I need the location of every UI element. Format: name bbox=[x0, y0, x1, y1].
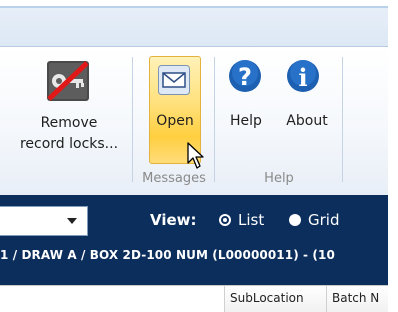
list-radio-label[interactable]: List bbox=[238, 211, 264, 229]
window-right-edge bbox=[388, 0, 398, 311]
svg-text:i: i bbox=[298, 63, 307, 92]
list-radio[interactable] bbox=[219, 214, 231, 226]
ribbon-tab-bar bbox=[0, 8, 388, 46]
dropdown-arrow-icon bbox=[67, 218, 77, 224]
column-header-batch[interactable]: Batch N bbox=[326, 286, 388, 312]
messages-group-label: Messages bbox=[142, 171, 206, 186]
grid-radio-label[interactable]: Grid bbox=[308, 211, 339, 229]
lock-strike-icon bbox=[47, 61, 89, 101]
group-separator bbox=[132, 57, 133, 182]
open-label: Open bbox=[156, 113, 194, 129]
help-label: Help bbox=[230, 113, 262, 129]
table-header-row: SubLocation Batch N bbox=[0, 285, 388, 312]
remove-record-locks-button[interactable]: Remove record locks... bbox=[10, 56, 128, 162]
grid-radio[interactable] bbox=[289, 214, 301, 226]
help-button[interactable]: ? Help bbox=[224, 56, 268, 162]
about-button[interactable]: i About bbox=[280, 56, 334, 162]
window-top-strip bbox=[0, 0, 388, 8]
help-icon: ? bbox=[229, 60, 261, 92]
group-separator bbox=[342, 57, 343, 182]
group-separator bbox=[214, 57, 215, 182]
view-label: View: bbox=[150, 211, 197, 229]
help-group-label: Help bbox=[264, 171, 294, 186]
info-icon: i bbox=[287, 60, 319, 92]
view-toolbar: View: List Grid 1 / DRAW A / BOX 2D-100 … bbox=[0, 195, 388, 285]
ribbon-panel: Remove record locks... Open Messages ? H… bbox=[0, 46, 388, 196]
location-path: 1 / DRAW A / BOX 2D-100 NUM (L00000011) … bbox=[0, 248, 335, 262]
remove-locks-label-line2: record locks... bbox=[19, 136, 119, 152]
filter-dropdown[interactable] bbox=[0, 206, 88, 236]
cursor-icon bbox=[187, 142, 204, 169]
about-label: About bbox=[286, 113, 328, 129]
column-header-sublocation[interactable]: SubLocation bbox=[224, 286, 326, 312]
remove-locks-label-line1: Remove bbox=[40, 115, 98, 131]
envelope-icon bbox=[158, 65, 190, 95]
svg-text:?: ? bbox=[238, 63, 252, 91]
